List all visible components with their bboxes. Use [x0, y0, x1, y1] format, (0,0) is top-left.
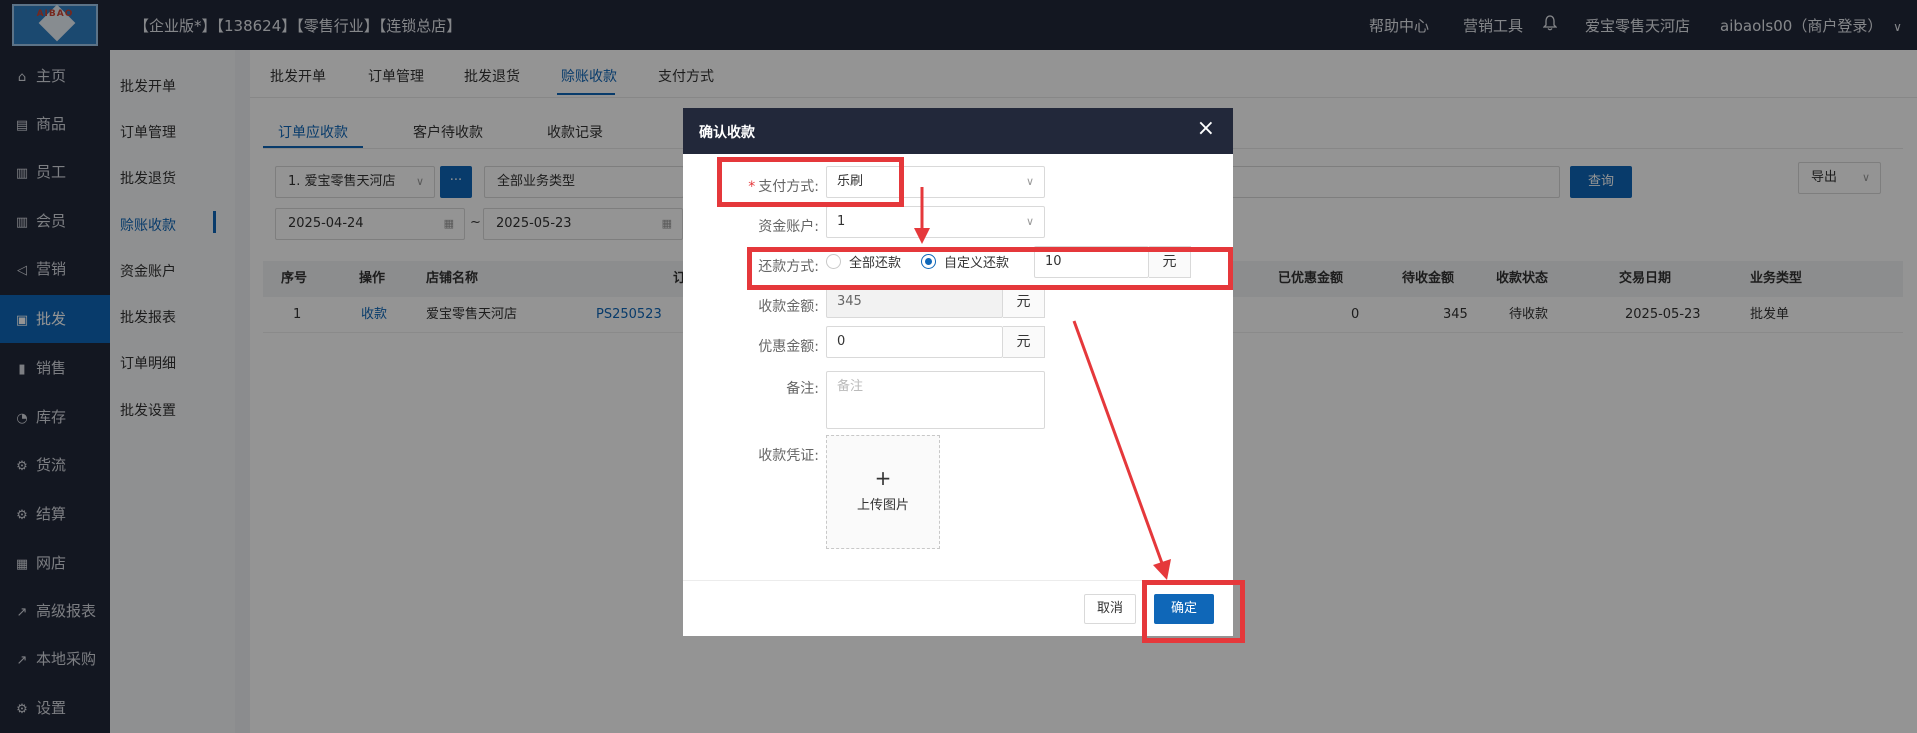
- annotation-arrows: [914, 187, 1171, 580]
- arrow-to-confirm-icon: [1072, 320, 1171, 580]
- arrow-down-icon: [914, 187, 930, 244]
